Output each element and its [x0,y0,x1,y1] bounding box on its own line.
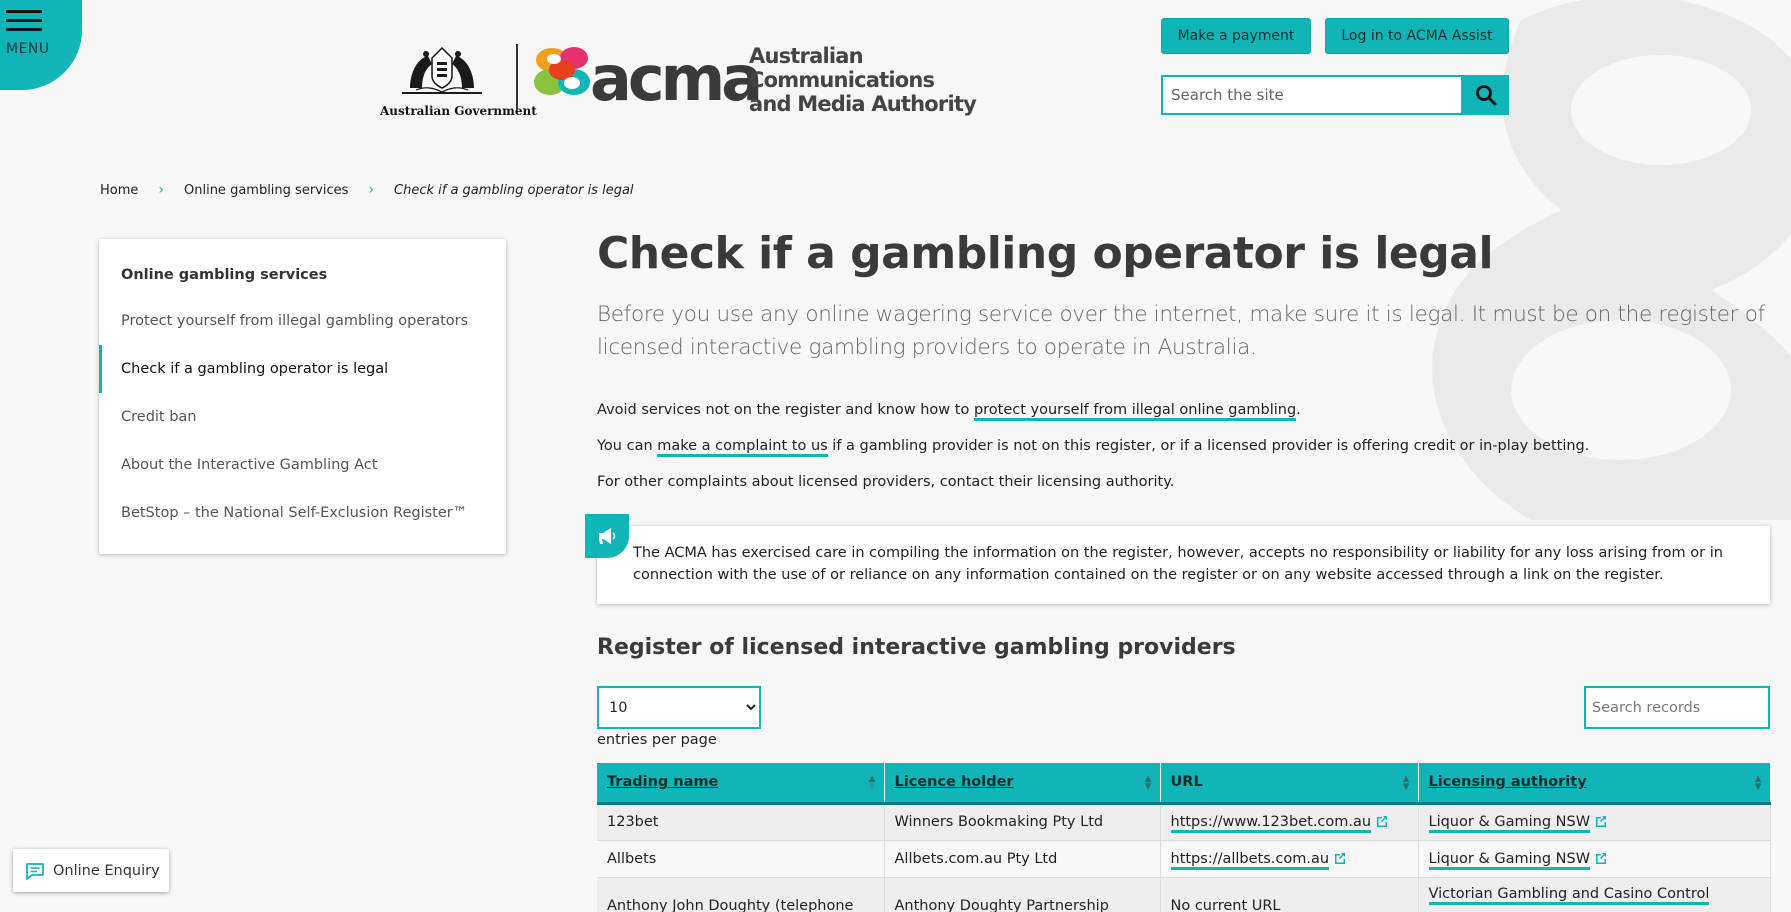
breadcrumb-current: Check if a gambling operator is legal [394,182,634,198]
column-header-url[interactable]: URL ▲ ▼ [1160,763,1419,805]
provider-url-link[interactable]: https://www.123bet.com.au [1170,814,1372,833]
protect-yourself-link[interactable]: protect yourself from illegal online gam… [973,402,1297,421]
trading-name-cell: Allbets [597,840,885,878]
sort-icon: ▲ ▼ [1402,774,1410,792]
menu-button[interactable]: MENU [0,0,82,90]
text: if a gambling provider is not on this re… [827,438,1590,454]
megaphone-icon [585,514,629,558]
acma-full-name: Australian Communications and Media Auth… [749,44,977,116]
provider-url-link[interactable]: https://allbets.com.au [1170,850,1330,870]
table-row: Anthony John Doughty (telephone only) An… [597,877,1771,912]
menu-label: MENU [6,41,50,57]
authority-link[interactable]: Victorian Gambling and Casino Control [1428,885,1710,905]
sort-ascending-icon: ▲ ▼ [868,774,876,792]
disclaimer-notice: The ACMA has exercised care in compiling… [585,514,1770,604]
header-label: Licensing authority [1428,774,1587,791]
acma-full-line: Australian [749,44,864,68]
make-complaint-link[interactable]: make a complaint to us [657,438,828,457]
licence-holder-cell: Winners Bookmaking Pty Ltd [884,803,1161,841]
sidebar-item-protect-yourself[interactable]: Protect yourself from illegal gambling o… [99,297,506,345]
text: Avoid services not on the register and k… [597,402,974,418]
sidebar-item-betstop[interactable]: BetStop – the National Self-Exclusion Re… [99,489,506,537]
breadcrumb: Home › Online gambling services › Check … [100,182,634,198]
online-enquiry-button[interactable]: Online Enquiry [13,849,169,892]
table-header-row: Trading name ▲ ▼ Licence holder ▲ ▼ URL ▲ ▼ Li… [597,763,1771,805]
column-header-licensing-authority[interactable]: Licensing authority ▲ ▼ [1418,763,1771,805]
text: You can [597,438,658,454]
acma-full-line: Communications [749,68,935,92]
site-search-input[interactable] [1161,75,1463,115]
sort-icon: ▲ ▼ [1754,774,1762,792]
intro-paragraph-1: Avoid services not on the register and k… [597,402,1301,421]
hamburger-icon [6,10,42,37]
trading-name-cell: Anthony John Doughty (telephone only) [597,877,885,912]
chat-icon [26,862,44,880]
external-link-icon [1596,852,1607,864]
url-cell: https://www.123bet.com.au [1160,803,1419,841]
authority-cell: Liquor & Gaming NSW [1418,803,1771,841]
chevron-right-icon: › [368,182,374,198]
government-label: Australian Government [380,104,537,118]
register-table: Trading name ▲ ▼ Licence holder ▲ ▼ URL ▲ ▼ Li… [597,763,1771,912]
url-cell: https://allbets.com.au [1160,840,1419,878]
table-row: Allbets Allbets.com.au Pty Ltd https://a… [597,840,1771,878]
authority-cell: Victorian Gambling and Casino Control [1418,877,1771,912]
sidebar-item-interactive-gambling-act[interactable]: About the Interactive Gambling Act [99,441,506,489]
external-link-icon [1596,816,1607,827]
notice-text: The ACMA has exercised care in compiling… [633,545,1723,583]
column-header-licence-holder[interactable]: Licence holder ▲ ▼ [884,763,1161,805]
lead-paragraph: Before you use any online wagering servi… [597,302,1765,360]
register-title: Register of licensed interactive gamblin… [597,635,1236,660]
entries-per-page-select[interactable]: 10 [597,686,761,729]
licence-holder-cell: Allbets.com.au Pty Ltd [884,840,1161,878]
acma-wordmark: acma [590,42,763,115]
intro-paragraph-2: You can make a complaint to us if a gamb… [597,438,1590,457]
australian-government-logo[interactable]: Australian Government [380,44,537,118]
header-label: Licence holder [894,774,1014,791]
sidebar-item-check-operator[interactable]: Check if a gambling operator is legal [99,345,506,393]
licence-holder-cell: Anthony Doughty Partnership [884,877,1161,912]
online-enquiry-label: Online Enquiry [53,862,160,879]
url-cell: No current URL [1160,877,1419,912]
chevron-right-icon: › [158,182,164,198]
site-search-button[interactable] [1462,75,1509,115]
table-row: 123bet Winners Bookmaking Pty Ltd https:… [597,803,1771,841]
trading-name-cell: 123bet [597,803,885,841]
authority-link[interactable]: Liquor & Gaming NSW [1428,850,1591,870]
breadcrumb-section-link[interactable]: Online gambling services [184,183,348,198]
sidebar-title[interactable]: Online gambling services [121,267,327,283]
search-records-input[interactable] [1584,686,1770,729]
sidebar-item-credit-ban[interactable]: Credit ban [99,393,506,441]
make-payment-button[interactable]: Make a payment [1161,18,1311,54]
sort-icon: ▲ ▼ [1144,774,1152,792]
sidebar-nav: Online gambling services Protect yoursel… [99,239,506,554]
breadcrumb-home-link[interactable]: Home [100,183,138,198]
logo-divider [516,44,518,110]
page-title: Check if a gambling operator is legal [597,228,1494,279]
entries-per-page-label: entries per page [597,732,717,748]
external-link-icon [1335,852,1346,864]
acma-full-line: and Media Authority [749,92,977,116]
coat-of-arms-icon [402,46,482,94]
authority-link[interactable]: Liquor & Gaming NSW [1428,814,1591,833]
header-label: Trading name [607,774,719,791]
text: . [1296,402,1301,418]
intro-paragraph-3: For other complaints about licensed prov… [597,474,1175,490]
login-acma-assist-button[interactable]: Log in to ACMA Assist [1325,18,1509,54]
authority-cell: Liquor & Gaming NSW [1418,840,1771,878]
column-header-trading-name[interactable]: Trading name ▲ ▼ [597,763,885,805]
header-label: URL [1170,774,1203,791]
external-link-icon [1377,816,1388,827]
search-icon [1475,85,1496,106]
